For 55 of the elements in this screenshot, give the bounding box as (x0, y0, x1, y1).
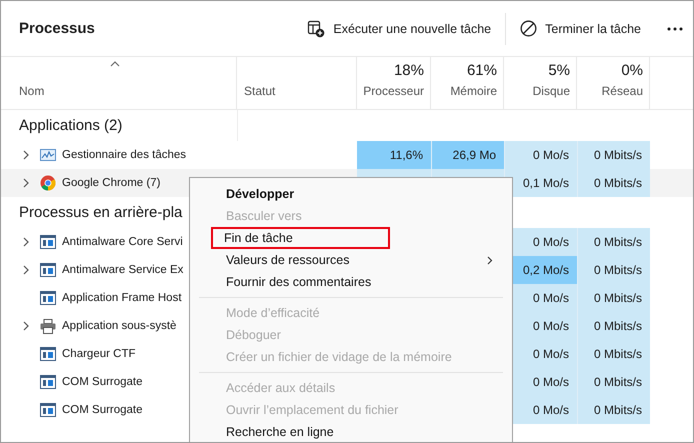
column-label: Disque (532, 84, 570, 98)
app-window-icon (40, 291, 56, 305)
menu-item[interactable]: Recherche en ligne (194, 421, 508, 442)
chevron-right-icon[interactable] (22, 150, 30, 160)
table-cell: 0 Mbits/s (577, 368, 650, 396)
chevron-right-icon (487, 256, 493, 264)
table-cell: 0 Mbits/s (577, 284, 650, 312)
app-window-icon (40, 347, 56, 361)
app-window-icon (40, 263, 56, 277)
column-label: Statut (244, 84, 276, 98)
window-plus-icon (307, 20, 326, 38)
usage-percent: 5% (548, 62, 570, 79)
chevron-right-icon[interactable] (22, 265, 30, 275)
process-name[interactable]: Gestionnaire des tâches (1, 141, 237, 169)
table-cell: 0 Mbits/s (577, 396, 650, 424)
usage-percent: 0% (621, 62, 643, 79)
column-header[interactable]: 61% Mémoire (431, 57, 504, 109)
column-header[interactable]: 5% Disque (504, 57, 577, 109)
usage-percent: 61% (466, 62, 497, 79)
column-header[interactable]: 18% Processeur (357, 57, 431, 109)
run-new-task-button[interactable]: Exécuter une nouvelle tâche (293, 14, 506, 44)
browser-logo-icon (40, 175, 56, 191)
group-heading: Applications (2) (18, 117, 124, 134)
table-cell: 11,6% (357, 141, 431, 169)
chevron-right-icon[interactable] (22, 321, 30, 331)
page-title: Processus (19, 20, 95, 37)
app-window-icon (40, 375, 56, 389)
table-cell: 0 Mbits/s (577, 169, 650, 197)
chevron-right-icon[interactable] (22, 237, 30, 247)
table-cell: 0,1 Mo/s (504, 169, 577, 197)
column-header[interactable]: 0% Réseau (577, 57, 650, 109)
column-label: Processeur (363, 84, 424, 98)
column-header[interactable]: Nom (1, 57, 237, 109)
table-cell: 0 Mo/s (504, 141, 577, 169)
usage-percent: 18% (394, 62, 424, 79)
column-label: Mémoire (450, 84, 497, 98)
chevron-right-icon[interactable] (22, 178, 30, 188)
chart-window-icon (40, 148, 56, 162)
table-cell: 0 Mbits/s (577, 141, 650, 169)
table-cell: 26,9 Mo (431, 141, 504, 169)
more-icon (667, 26, 683, 30)
menu-item[interactable]: Fin de tâche (211, 227, 390, 249)
column-header[interactable]: Statut (237, 57, 357, 109)
table-cell: 0 Mbits/s (577, 340, 650, 368)
app-window-icon (40, 235, 56, 249)
table-cell: 0 Mbits/s (577, 256, 650, 284)
app-window-icon (40, 403, 56, 417)
printer-icon (40, 318, 56, 334)
column-label: Nom (19, 84, 46, 98)
table-cell: 0 Mbits/s (577, 312, 650, 340)
chevron-up-icon (110, 61, 120, 67)
table-cell: 0 Mbits/s (577, 228, 650, 256)
prohibited-icon (520, 20, 538, 37)
end-task-button[interactable]: Terminer la tâche (506, 14, 655, 43)
column-label: Réseau (602, 84, 643, 98)
